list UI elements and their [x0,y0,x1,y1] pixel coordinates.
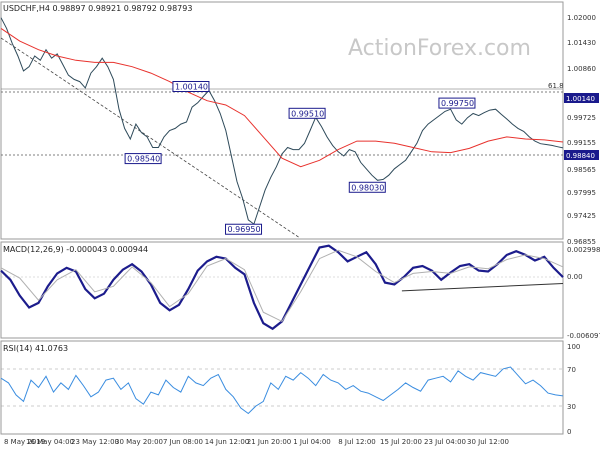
y-tick-label: 0.98565 [567,166,596,174]
y-tick-label: 0.99155 [567,139,596,147]
downtrend-line [0,37,301,239]
x-tick-label: 8 Jul 12:00 [338,438,376,446]
annotation-label: 0.98030 [351,183,384,192]
series-line-macd-trendline [401,283,564,292]
x-tick-label: 16 May 04:00 [26,438,74,446]
y-tick-label: 0.97425 [567,212,596,220]
y-tick-label: 0.002998 [567,246,600,254]
y-tick-label: 1.00860 [567,65,596,73]
x-tick-label: 7 Jun 08:00 [163,438,203,446]
y-tick-label: 0.99725 [567,114,596,122]
rsi-panel-title: RSI(14) 41.0763 [3,344,68,353]
level-badge-text: 1.00140 [566,95,595,103]
y-tick-label: 0.96855 [567,238,596,246]
annotation-label: 0.96950 [228,225,261,234]
x-axis-ticks: 8 May 201916 May 04:0023 May 12:0030 May… [4,438,509,446]
y-tick-label: 0.00 [567,273,583,281]
fibonacci-label: 61.8 [548,82,564,90]
y-tick-label: 1.01430 [567,39,596,47]
series-line-rsi [0,366,564,415]
price-panel-title: USDCHF,H4 0.98897 0.98921 0.98792 0.9879… [3,4,192,13]
x-tick-label: 23 May 12:00 [71,438,119,446]
x-tick-label: 1 Jul 04:00 [293,438,331,446]
rsi-panel-frame [0,340,564,435]
y-tick-label: 1.02000 [567,14,596,22]
x-tick-label: 30 May 20:00 [115,438,163,446]
annotation-label: 0.98540 [127,155,160,164]
y-tick-label: 0 [567,428,571,436]
current-price-badge-text: 0.98840 [566,152,595,160]
annotation-label: 1.00140 [175,83,208,92]
annotation-label: 0.99510 [291,109,324,118]
x-tick-label: 30 Jul 12:00 [467,438,509,446]
x-tick-label: 14 Jun 12:00 [205,438,249,446]
y-tick-label: 100 [567,343,580,351]
y-tick-label: 0.97995 [567,189,596,197]
y-tick-label: 30 [567,403,576,411]
series-line-signal [0,249,564,323]
x-tick-label: 21 Jun 20:00 [247,438,291,446]
chart-root: ActionForex.com USDCHF,H4 0.98897 0.9892… [0,0,600,450]
watermark: ActionForex.com [348,36,531,61]
price-annotations: 1.00140 0.98540 0.96950 0.99510 0.98030 0.997… [124,81,476,235]
x-tick-label: 23 Jul 04:00 [424,438,466,446]
annotation-label: 0.99750 [441,99,474,108]
macd-panel-title: MACD(12,26,9) -0.000043 0.000944 [3,245,148,254]
y-tick-label: -0.006097 [567,332,600,340]
chart-svg: ActionForex.com USDCHF,H4 0.98897 0.9892… [0,1,600,446]
x-tick-label: 15 Jul 20:00 [380,438,422,446]
y-tick-label: 70 [567,366,576,374]
